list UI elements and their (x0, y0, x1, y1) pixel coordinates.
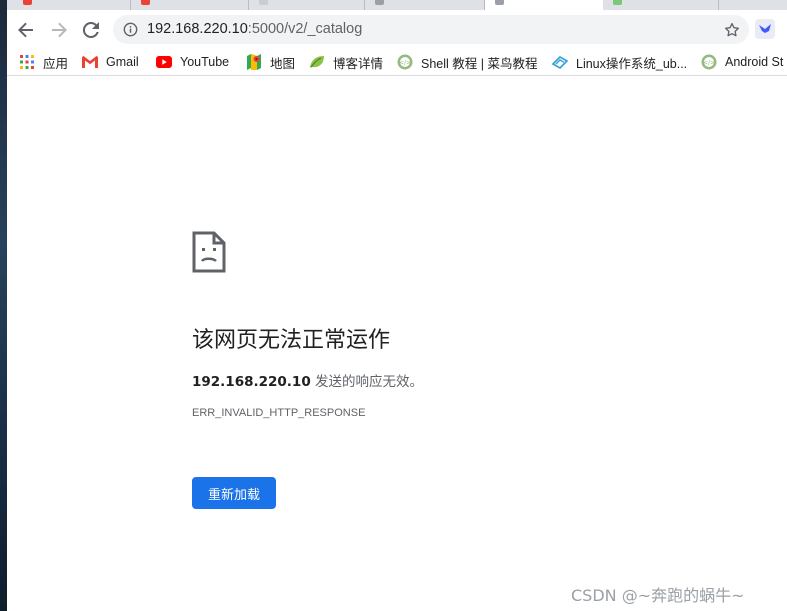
browser-tab[interactable] (131, 0, 249, 10)
svg-text:</>: </> (399, 60, 411, 67)
error-host: 192.168.220.10 (192, 374, 311, 390)
bookmark-gmail[interactable]: Gmail (82, 53, 139, 71)
browser-tab[interactable] (603, 0, 719, 10)
browser-tab-active[interactable] (485, 0, 603, 10)
bookmark-label: Shell 教程 | 菜鸟教程 (421, 56, 538, 71)
bookmark-label: Linux操作系统_ub... (576, 56, 688, 71)
browser-tab[interactable] (365, 0, 485, 10)
url-text[interactable]: 192.168.220.10:5000/v2/_catalog (147, 21, 362, 37)
refresh-icon (82, 21, 99, 38)
bookmark-apps[interactable]: 应用 (19, 53, 68, 71)
forward-button[interactable] (46, 17, 72, 43)
network-icon (552, 54, 568, 70)
bookmark-linux[interactable]: Linux操作系统_ub... (552, 53, 687, 71)
browser-tab[interactable] (7, 0, 131, 10)
bookmark-android[interactable]: </> Android St (701, 53, 783, 71)
arrow-left-icon (18, 22, 33, 38)
error-code: ERR_INVALID_HTTP_RESPONSE (192, 407, 366, 419)
back-button[interactable] (13, 17, 39, 43)
tab-strip (7, 0, 787, 10)
apps-grid-icon (19, 54, 35, 70)
reload-toolbar-button[interactable] (78, 17, 104, 43)
desktop-background-strip (0, 0, 7, 611)
info-icon[interactable] (123, 22, 138, 37)
bookmark-label: 地图 (270, 56, 296, 71)
bookmark-blog[interactable]: 博客详情 (309, 53, 383, 71)
reload-button[interactable]: 重新加载 (192, 477, 276, 509)
url-path: :5000/v2/_catalog (247, 21, 363, 37)
csdn-watermark: CSDN @~奔跑的蜗牛~ (571, 586, 745, 605)
bookmark-label: 博客详情 (333, 56, 384, 71)
bookmark-shell-tutorial[interactable]: </> Shell 教程 | 菜鸟教程 (397, 53, 537, 71)
runoob-icon: </> (397, 54, 413, 70)
browser-toolbar: 192.168.220.10:5000/v2/_catalog (7, 10, 787, 48)
bookmark-label: Android St (725, 55, 784, 69)
youtube-icon (156, 54, 172, 70)
bookmark-youtube[interactable]: YouTube (156, 53, 229, 71)
maps-icon (246, 54, 262, 70)
address-bar[interactable]: 192.168.220.10:5000/v2/_catalog (113, 15, 749, 44)
bookmarks-bar: 应用 Gmail YouTube 地图 博客详情 </> Shell 教程 | … (7, 48, 787, 76)
bookmark-label: 应用 (43, 56, 69, 71)
error-description: 192.168.220.10 发送的响应无效。 (192, 370, 423, 390)
error-title: 该网页无法正常运作 (192, 328, 391, 353)
extension-button[interactable] (755, 19, 775, 39)
bookmark-label: YouTube (180, 55, 230, 69)
leaf-icon (309, 54, 325, 70)
url-host: 192.168.220.10 (147, 21, 248, 37)
bookmark-maps[interactable]: 地图 (246, 53, 295, 71)
browser-tab[interactable] (249, 0, 365, 10)
page-content: 该网页无法正常运作 192.168.220.10 发送的响应无效。 ERR_IN… (7, 77, 787, 611)
runoob-icon: </> (701, 54, 717, 70)
sad-page-icon (192, 231, 226, 273)
bookmark-star-icon[interactable] (723, 21, 741, 39)
error-description-text: 发送的响应无效。 (310, 374, 424, 390)
svg-text:</>: </> (703, 60, 715, 67)
arrow-right-icon (52, 22, 67, 38)
gmail-icon (82, 54, 98, 70)
bookmark-label: Gmail (106, 55, 139, 69)
browser-tab[interactable] (719, 0, 787, 10)
bird-extension-icon (759, 24, 771, 33)
